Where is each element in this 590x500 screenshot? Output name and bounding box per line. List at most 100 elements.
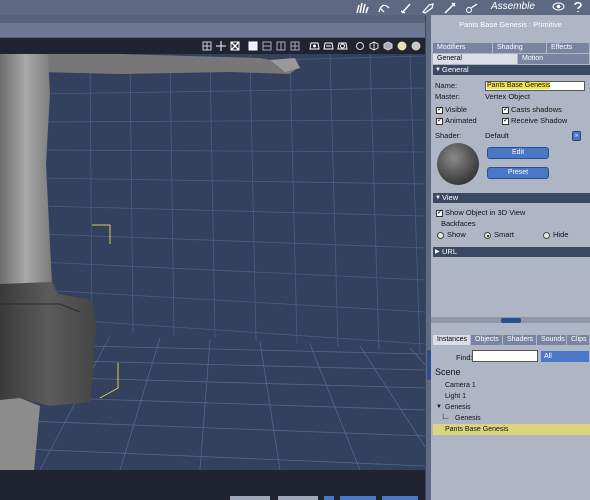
tree-item-pants-base-genesis[interactable]: Pants Base Genesis <box>433 424 590 435</box>
casts-shadows-checkbox[interactable] <box>502 105 509 114</box>
animated-label: Animated <box>445 116 477 125</box>
general-section-title: General <box>442 65 469 74</box>
viewport-toolbar <box>0 38 425 54</box>
timeline-button-1[interactable] <box>340 496 376 500</box>
backfaces-smart-radio[interactable] <box>484 232 491 239</box>
browser-tabs: Instances Objects Shaders Sounds Clips <box>433 335 590 345</box>
tab-shaders[interactable]: Shaders <box>503 335 537 345</box>
backfaces-hide-radio[interactable] <box>543 232 550 239</box>
receive-shadow-label: Receive Shadow <box>511 116 568 125</box>
properties-empty-area <box>431 259 590 317</box>
solid-box-icon[interactable] <box>382 41 393 52</box>
url-section-title: URL <box>442 247 458 256</box>
tree-item-genesis[interactable]: ▼ Genesis <box>433 402 590 413</box>
tab-clips[interactable]: Clips <box>567 335 590 345</box>
master-value: Vertex Object <box>485 92 531 101</box>
visible-label: Visible <box>445 105 467 114</box>
viewport-titlebar <box>0 23 425 37</box>
tree-item-genesis-label: Genesis <box>445 404 471 411</box>
layout-2-icon[interactable] <box>261 41 272 52</box>
timeline-toggle[interactable] <box>324 496 334 500</box>
brush-icon[interactable] <box>398 1 413 14</box>
edit-button[interactable]: Edit <box>487 147 549 159</box>
name-label: Name: <box>435 81 458 90</box>
eye-icon[interactable] <box>552 1 565 14</box>
casts-shadows-label: Casts shadows <box>511 105 562 114</box>
room-tools <box>354 0 479 15</box>
expand-triangle-icon: ▶ <box>435 249 440 255</box>
move-icon[interactable] <box>215 41 226 52</box>
shader-label: Shader: <box>435 131 462 140</box>
tree-branch-icon: ∟ <box>441 411 450 421</box>
tab-modifiers[interactable]: Modifiers <box>433 43 493 53</box>
general-section-header[interactable]: ▼ General <box>433 65 590 75</box>
layout-1-icon[interactable] <box>247 41 258 52</box>
tab-general[interactable]: General <box>433 54 518 64</box>
grid-icon[interactable] <box>201 41 212 52</box>
backfaces-label: Backfaces <box>441 219 476 228</box>
tree-item-camera-1[interactable]: Camera 1 <box>433 380 590 391</box>
timeline-field-1[interactable] <box>230 496 270 500</box>
shader-value: Default <box>485 131 509 140</box>
tab-motion[interactable]: Motion <box>518 54 590 64</box>
find-input[interactable] <box>472 350 538 362</box>
collapse-triangle-icon: ▼ <box>435 67 441 73</box>
tabs-row-2: General Motion <box>433 54 590 64</box>
tab-shading[interactable]: Shading <box>493 43 547 53</box>
layout-4-icon[interactable] <box>289 41 300 52</box>
preset-button[interactable]: Preset <box>487 167 549 179</box>
smooth-sphere-icon[interactable] <box>410 41 421 52</box>
tree-item-genesis-child-label: Genesis <box>455 415 481 422</box>
shader-dropdown-button[interactable]: » <box>572 131 581 141</box>
room-label[interactable]: Assemble <box>491 1 535 12</box>
3d-viewport[interactable] <box>0 15 425 500</box>
tab-objects[interactable]: Objects <box>471 335 503 345</box>
filter-select[interactable]: All <box>541 351 589 362</box>
rotate-icon[interactable] <box>354 41 365 52</box>
backfaces-smart-label: Smart <box>494 230 515 239</box>
tab-instances[interactable]: Instances <box>433 335 471 345</box>
node-icon[interactable] <box>464 1 479 14</box>
fit-icon[interactable] <box>229 41 240 52</box>
animated-checkbox[interactable] <box>436 116 443 125</box>
tree-item-genesis-child[interactable]: ∟ Genesis <box>433 411 590 424</box>
pane-divider-grip[interactable] <box>501 318 521 323</box>
view-section-header[interactable]: ▼ View <box>433 193 590 203</box>
help-icon[interactable] <box>571 1 584 15</box>
pose-hand-icon[interactable] <box>354 1 369 14</box>
pen-icon[interactable] <box>442 1 457 14</box>
wire-box-icon[interactable] <box>368 41 379 52</box>
properties-panel: Pants Base Genesis : Primitive Modifiers… <box>431 15 590 500</box>
morph-icon[interactable] <box>376 1 391 14</box>
bone-icon[interactable] <box>420 1 435 14</box>
visible-checkbox[interactable] <box>436 105 443 114</box>
camera-icon[interactable] <box>309 41 320 52</box>
tabs-row-1: Modifiers Shading Effects <box>433 43 590 53</box>
top-toolbar: Assemble <box>0 0 590 15</box>
name-value: Pants Base Genesis <box>487 82 551 89</box>
timeline-field-2[interactable] <box>278 496 318 500</box>
tab-effects[interactable]: Effects <box>547 43 590 53</box>
tab-sounds[interactable]: Sounds <box>537 335 567 345</box>
backfaces-show-radio[interactable] <box>437 232 444 239</box>
viewport-scene[interactable] <box>0 54 425 470</box>
orbit-icon[interactable] <box>337 41 348 52</box>
layout-3-icon[interactable] <box>275 41 286 52</box>
view-section-title: View <box>442 193 459 202</box>
scene-header: Scene <box>435 367 461 377</box>
collapse-triangle-icon: ▼ <box>435 195 441 201</box>
timeline-button-2[interactable] <box>382 496 418 500</box>
scene-tree: Scene Camera 1 Light 1 ▼ Genesis ∟ Genes… <box>433 365 590 500</box>
pane-divider[interactable] <box>431 317 590 323</box>
tree-item-light-1[interactable]: Light 1 <box>433 391 590 402</box>
shaded-sphere-icon[interactable] <box>396 41 407 52</box>
shader-preview-sphere <box>437 143 479 185</box>
name-input[interactable]: Pants Base Genesis <box>485 81 585 91</box>
master-label: Master: <box>435 92 461 101</box>
url-section-header[interactable]: ▶ URL <box>433 247 590 257</box>
backfaces-hide-label: Hide <box>553 230 569 239</box>
pan-icon[interactable] <box>323 41 334 52</box>
viewport-bottom-bar <box>0 470 425 500</box>
receive-shadow-checkbox[interactable] <box>502 116 509 125</box>
show-in-3d-checkbox[interactable] <box>436 208 443 217</box>
